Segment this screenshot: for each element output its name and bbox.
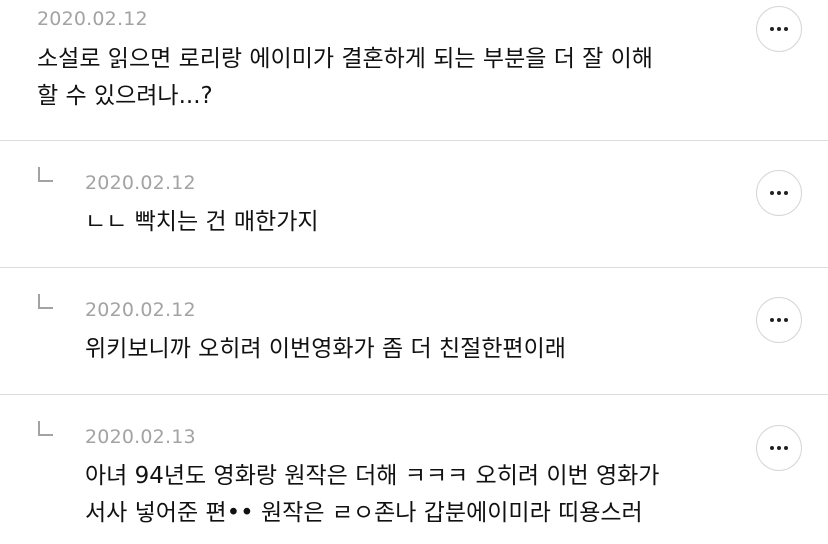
more-horizontal-icon [770,27,774,31]
comment-text: 위키보니까 오히려 이번영화가 좀 더 친절한편이래 [85,331,566,368]
comment-date: 2020.02.12 [37,8,148,30]
comment-text: 소설로 읽으면 로리랑 에이미가 결혼하게 되는 부분을 더 잘 이해 할 수 … [37,41,653,115]
comment-line: 할 수 있으려나...? [37,83,213,109]
more-horizontal-icon [777,446,781,450]
comment-line: 아녀 94년도 영화랑 원작은 더해 ㅋㅋㅋ 오히려 이번 영화가 [85,463,660,489]
more-horizontal-icon [770,191,774,195]
reply-item: 2020.02.12 ㄴㄴ 빡치는 건 매한가지 [0,141,828,268]
reply-arrow-icon [38,294,53,309]
reply-arrow-icon [38,167,53,182]
more-options-button[interactable] [756,6,802,52]
reply-item: 2020.02.12 위키보니까 오히려 이번영화가 좀 더 친절한편이래 [0,268,828,395]
more-horizontal-icon [777,191,781,195]
comment-date: 2020.02.12 [85,299,196,321]
comment-line: 소설로 읽으면 로리랑 에이미가 결혼하게 되는 부분을 더 잘 이해 [37,46,653,72]
comment-text: 아녀 94년도 영화랑 원작은 더해 ㅋㅋㅋ 오히려 이번 영화가 서사 넣어준… [85,458,659,532]
comment-text: ㄴㄴ 빡치는 건 매한가지 [85,204,319,241]
more-horizontal-icon [777,27,781,31]
comment-item: 2020.02.12 소설로 읽으면 로리랑 에이미가 결혼하게 되는 부분을 … [0,0,828,141]
more-horizontal-icon [770,318,774,322]
comment-date: 2020.02.13 [85,426,196,448]
reply-item: 2020.02.13 아녀 94년도 영화랑 원작은 더해 ㅋㅋㅋ 오히려 이번… [0,395,828,544]
more-options-button[interactable] [756,425,802,471]
more-options-button[interactable] [756,170,802,216]
more-horizontal-icon [784,27,788,31]
comment-line: ㄴㄴ 빡치는 건 매한가지 [85,209,319,235]
more-horizontal-icon [784,446,788,450]
more-options-button[interactable] [756,297,802,343]
more-horizontal-icon [777,318,781,322]
more-horizontal-icon [784,318,788,322]
comment-line: 서사 넣어준 편•• 원작은 ㄹㅇ존나 갑분에이미라 띠용스러 [85,500,643,526]
more-horizontal-icon [784,191,788,195]
comment-line: 위키보니까 오히려 이번영화가 좀 더 친절한편이래 [85,336,566,362]
comment-list: 2020.02.12 소설로 읽으면 로리랑 에이미가 결혼하게 되는 부분을 … [0,0,828,544]
comment-date: 2020.02.12 [85,172,196,194]
reply-arrow-icon [38,421,53,436]
more-horizontal-icon [770,446,774,450]
